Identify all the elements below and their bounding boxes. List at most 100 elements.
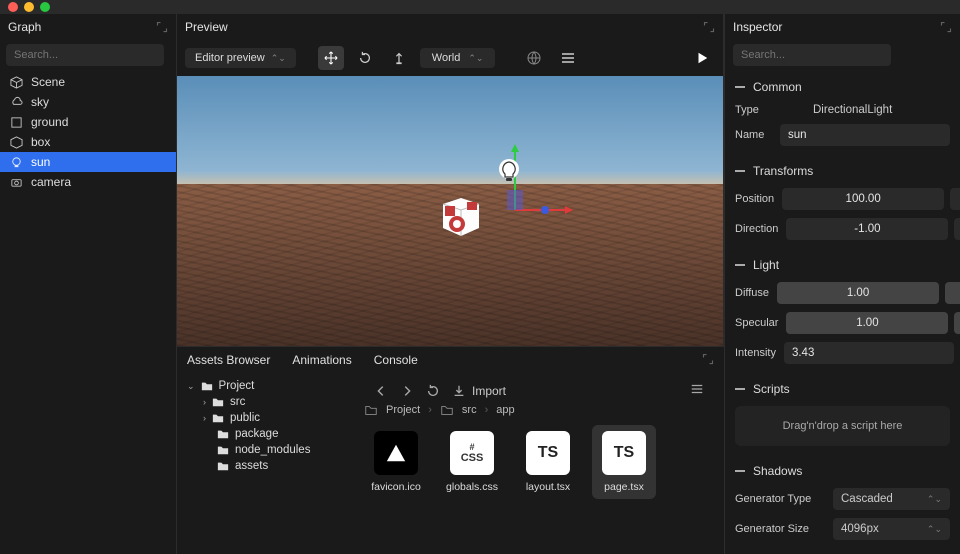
- expand-icon[interactable]: [702, 353, 714, 365]
- assets-tree-src[interactable]: ›src: [183, 394, 348, 410]
- specular-r-input[interactable]: [786, 312, 948, 334]
- import-button[interactable]: Import: [452, 384, 506, 398]
- expand-icon[interactable]: [156, 21, 168, 33]
- viewport-3d[interactable]: [177, 76, 723, 346]
- menu-button[interactable]: [555, 46, 581, 70]
- folder-icon: [217, 428, 229, 440]
- asset-layout.tsx[interactable]: TSlayout.tsx: [516, 425, 580, 499]
- preview-mode-select[interactable]: Editor preview⌃⌄: [185, 48, 296, 68]
- diffuse-g-input[interactable]: [945, 282, 960, 304]
- titlebar: [0, 0, 960, 14]
- section-common-header[interactable]: Common: [735, 74, 950, 100]
- forward-icon[interactable]: [400, 384, 414, 398]
- graph-title: Graph: [8, 20, 41, 34]
- assets-tree-label: src: [230, 396, 245, 408]
- cloud-icon: [10, 96, 23, 109]
- inspector-search-input[interactable]: [733, 44, 891, 66]
- move-tool-button[interactable]: [318, 46, 344, 70]
- expand-icon[interactable]: [940, 21, 952, 33]
- assets-tree-Project[interactable]: ⌄Project: [183, 378, 348, 394]
- assets-tree-label: node_modules: [235, 444, 310, 456]
- assets-tree-public[interactable]: ›public: [183, 410, 348, 426]
- assets-tree-label: public: [230, 412, 260, 424]
- coord-space-select[interactable]: World⌃⌄: [420, 48, 496, 68]
- diffuse-r-input[interactable]: [777, 282, 939, 304]
- rotate-tool-button[interactable]: [352, 46, 378, 70]
- name-label: Name: [735, 129, 772, 141]
- scale-tool-button[interactable]: [386, 46, 412, 70]
- tab-animations[interactable]: Animations: [292, 353, 351, 368]
- cube-icon: [10, 76, 23, 89]
- square-icon: [10, 116, 23, 129]
- light-gizmo-icon[interactable]: [497, 158, 521, 186]
- assets-tree-assets[interactable]: assets: [183, 458, 348, 474]
- tab-console[interactable]: Console: [374, 353, 418, 368]
- type-label: Type: [735, 104, 805, 116]
- intensity-input[interactable]: [784, 342, 954, 364]
- type-value: DirectionalLight: [813, 104, 950, 116]
- bulb-icon: [10, 156, 23, 169]
- asset-label: page.tsx: [604, 481, 644, 493]
- name-input[interactable]: [780, 124, 950, 146]
- asset-label: favicon.ico: [371, 481, 421, 493]
- crumb[interactable]: Project: [386, 404, 420, 416]
- graph-item-sky[interactable]: sky: [0, 92, 176, 112]
- traffic-max[interactable]: [40, 2, 50, 12]
- position-x-input[interactable]: [782, 188, 944, 210]
- grid-toggle-button[interactable]: [521, 46, 547, 70]
- assets-tree: ⌄Project›src›publicpackage node_modulesas…: [177, 374, 354, 554]
- folder-icon: [212, 396, 224, 408]
- play-button[interactable]: [689, 46, 715, 70]
- position-label: Position: [735, 193, 774, 205]
- graph-item-camera[interactable]: camera: [0, 172, 176, 192]
- graph-item-ground[interactable]: ground: [0, 112, 176, 132]
- assets-tree-label: Project: [219, 380, 255, 392]
- back-icon[interactable]: [374, 384, 388, 398]
- inspector-panel: Inspector Common Type DirectionalLight Na…: [724, 14, 960, 554]
- graph-search-input[interactable]: [6, 44, 164, 66]
- traffic-min[interactable]: [24, 2, 34, 12]
- section-light-header[interactable]: Light: [735, 252, 950, 278]
- folder-icon: [201, 380, 213, 392]
- asset-page.tsx[interactable]: TSpage.tsx: [592, 425, 656, 499]
- crumb[interactable]: src: [462, 404, 477, 416]
- section-shadows-header[interactable]: Shadows: [735, 458, 950, 484]
- folder-icon: [364, 403, 378, 417]
- section-scripts-header[interactable]: Scripts: [735, 376, 950, 402]
- graph-item-box[interactable]: box: [0, 132, 176, 152]
- asset-globals.css[interactable]: #CSSglobals.css: [440, 425, 504, 499]
- assets-tree-node_modules[interactable]: node_modules: [183, 442, 348, 458]
- inspector-title: Inspector: [733, 20, 782, 34]
- asset-label: globals.css: [446, 481, 498, 493]
- traffic-close[interactable]: [8, 2, 18, 12]
- graph-item-label: camera: [31, 175, 71, 189]
- gentype-label: Generator Type: [735, 493, 825, 505]
- camera-icon: [10, 176, 23, 189]
- graph-item-label: sky: [31, 95, 49, 109]
- gentype-select[interactable]: Cascaded⌃⌄: [833, 488, 950, 510]
- asset-favicon.ico[interactable]: favicon.ico: [364, 425, 428, 499]
- position-y-input[interactable]: [950, 188, 960, 210]
- intensity-label: Intensity: [735, 347, 776, 359]
- expand-icon[interactable]: [703, 21, 715, 33]
- graph-item-label: ground: [31, 115, 68, 129]
- folder-icon: [217, 444, 229, 456]
- graph-item-label: sun: [31, 155, 50, 169]
- download-icon: [452, 384, 466, 398]
- preview-title: Preview: [185, 20, 228, 34]
- graph-item-sun[interactable]: sun: [0, 152, 176, 172]
- section-transforms-header[interactable]: Transforms: [735, 158, 950, 184]
- settings-icon[interactable]: [690, 382, 704, 396]
- refresh-icon[interactable]: [426, 384, 440, 398]
- scripts-dropzone[interactable]: Drag'n'drop a script here: [735, 406, 950, 446]
- graph-item-Scene[interactable]: Scene: [0, 72, 176, 92]
- scene-box-object[interactable]: [437, 194, 485, 238]
- specular-g-input[interactable]: [954, 312, 960, 334]
- direction-y-input[interactable]: [954, 218, 960, 240]
- assets-tree-package[interactable]: package: [183, 426, 348, 442]
- gensize-select[interactable]: 4096px⌃⌄: [833, 518, 950, 540]
- gensize-label: Generator Size: [735, 523, 825, 535]
- crumb[interactable]: app: [496, 404, 514, 416]
- tab-assets[interactable]: Assets Browser: [187, 353, 270, 368]
- direction-x-input[interactable]: [786, 218, 948, 240]
